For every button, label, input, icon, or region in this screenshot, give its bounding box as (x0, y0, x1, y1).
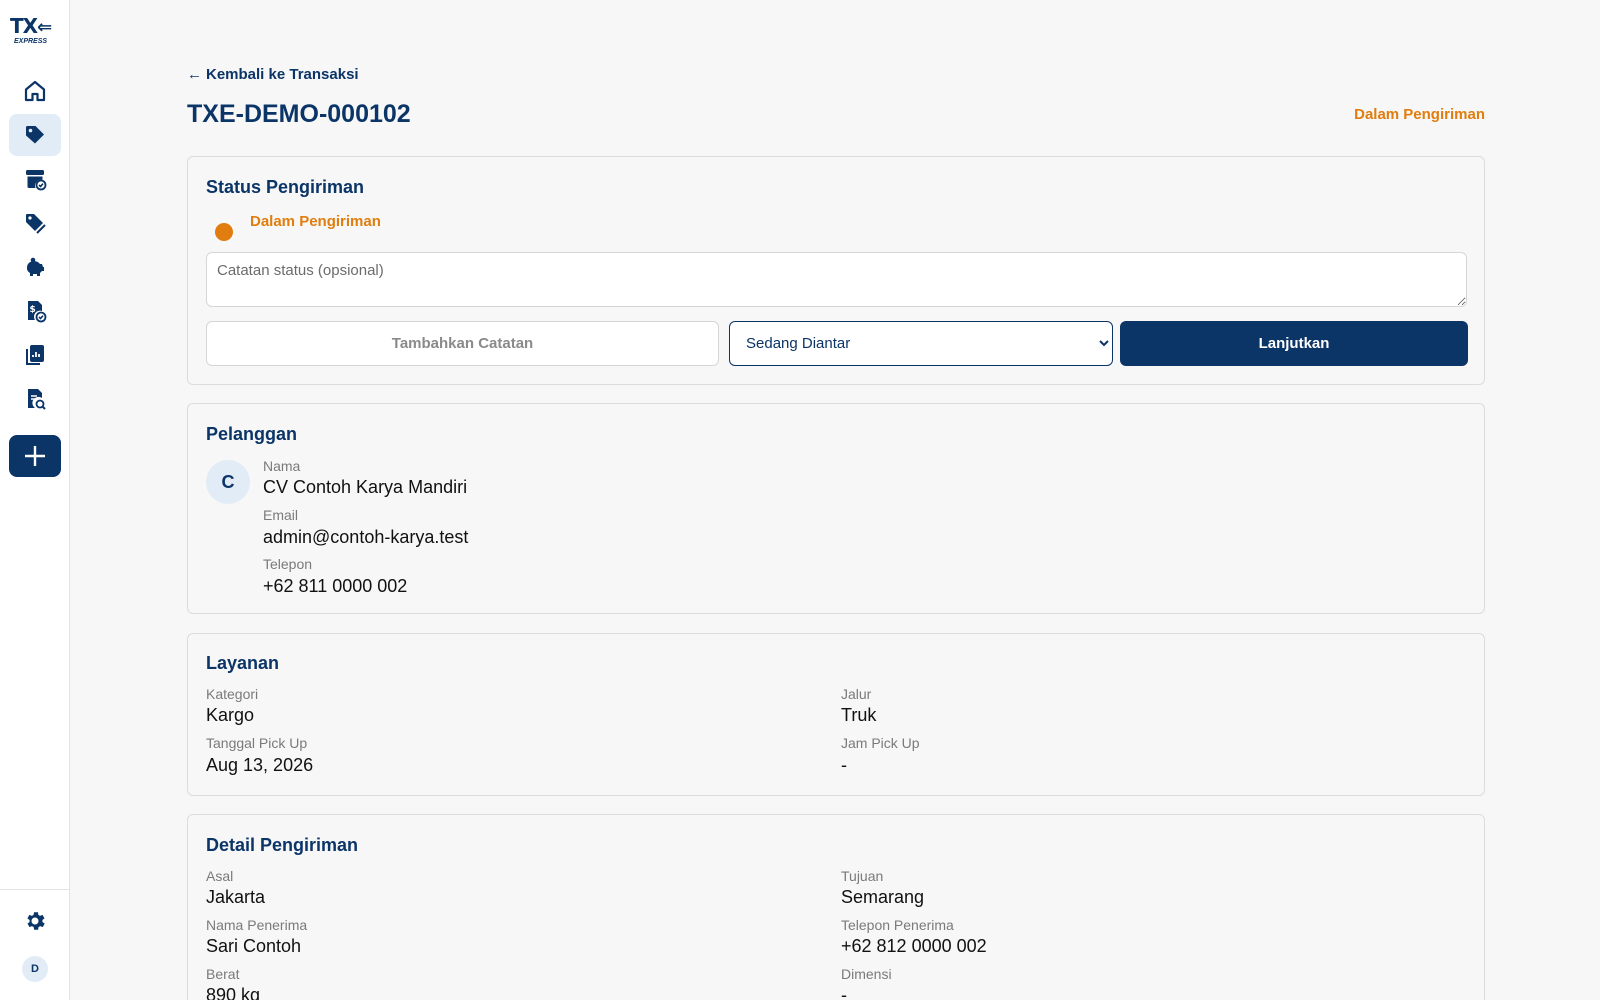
customer-card-title: Pelanggan (206, 424, 298, 444)
current-status-label: Dalam Pengiriman (250, 213, 381, 230)
pickup-date-label: Tanggal Pick Up (206, 735, 308, 751)
back-link-label: Kembali ke Transaksi (206, 66, 359, 83)
recipient-phone-value: +62 812 0000 002 (841, 936, 987, 956)
continue-button[interactable]: Lanjutkan (1120, 321, 1468, 366)
add-transaction-button[interactable] (9, 435, 61, 477)
customer-phone: +62 811 0000 002 (263, 576, 408, 596)
back-link[interactable]: ← Kembali ke Transaksi (187, 66, 359, 83)
service-card: Layanan Kategori Kargo Jalur Truk Tangga… (187, 633, 1485, 796)
origin-label: Asal (206, 868, 234, 884)
recipient-phone-label: Telepon Penerima (841, 917, 954, 933)
weight-value: 890 kg (206, 985, 261, 1000)
user-avatar[interactable]: D (22, 956, 48, 982)
piggy-bank-icon (26, 257, 44, 276)
settings-button[interactable] (9, 900, 61, 942)
logo-mark: TX⇐ (10, 14, 52, 38)
shipment-detail-card: Detail Pengiriman Asal Jakarta Tujuan Se… (187, 814, 1485, 1000)
pickup-date-value: Aug 13, 2026 (206, 755, 314, 775)
shipment-card-title: Detail Pengiriman (206, 835, 359, 855)
gear-icon (27, 912, 45, 930)
tag-icon (26, 126, 44, 144)
sidebar-item-billing[interactable]: $ (9, 290, 61, 332)
archive-check-icon (26, 170, 47, 191)
discount-tag-icon (26, 214, 46, 234)
category-value: Kargo (206, 705, 255, 725)
customer-card: Pelanggan C Nama CV Contoh Karya Mandiri… (187, 403, 1485, 614)
report-chart-icon (26, 345, 44, 365)
home-icon (24, 80, 46, 102)
weight-label: Berat (206, 966, 240, 982)
destination-value: Semarang (841, 887, 925, 907)
status-badge: Dalam Pengiriman (1354, 106, 1485, 123)
sidebar-item-archive[interactable] (9, 158, 61, 200)
status-card-title: Status Pengiriman (206, 177, 365, 197)
customer-name: CV Contoh Karya Mandiri (263, 477, 468, 497)
sidebar-item-transactions[interactable] (9, 114, 61, 156)
customer-phone-label: Telepon (263, 556, 313, 572)
recipient-label: Nama Penerima (206, 917, 308, 933)
sidebar-item-discount[interactable] (9, 202, 61, 244)
pickup-time-value: - (841, 755, 847, 775)
sidebar: TX⇐ EXPRESS $ D (0, 0, 70, 1000)
sidebar-divider (0, 889, 70, 890)
recipient-value: Sari Contoh (206, 936, 302, 956)
service-card-title: Layanan (206, 653, 280, 673)
sidebar-item-home[interactable] (9, 70, 61, 112)
dimension-value: - (841, 985, 847, 1000)
brand-logo[interactable]: TX⇐ EXPRESS (10, 16, 60, 46)
customer-email: admin@contoh-karya.test (263, 527, 469, 547)
document-search-icon (28, 389, 46, 410)
sidebar-item-audit[interactable] (9, 378, 61, 420)
plus-icon (25, 446, 45, 466)
sidebar-item-savings[interactable] (9, 246, 61, 288)
customer-name-label: Nama (263, 458, 301, 474)
route-label: Jalur (841, 686, 872, 702)
logo-subtext: EXPRESS (14, 38, 48, 45)
arrow-left-icon: ← (187, 66, 202, 83)
route-value: Truk (841, 705, 877, 725)
add-note-button[interactable]: Tambahkan Catatan (206, 321, 719, 366)
invoice-check-icon: $ (28, 301, 47, 323)
status-card: Status Pengiriman Dalam Pengiriman Tamba… (187, 156, 1485, 385)
status-indicator-dot (215, 223, 233, 241)
origin-value: Jakarta (206, 887, 266, 907)
next-status-select[interactable]: Sedang Diantar (729, 321, 1113, 366)
pickup-time-label: Jam Pick Up (841, 735, 920, 751)
customer-email-label: Email (263, 507, 299, 523)
customer-avatar: C (206, 460, 250, 504)
page-title: TXE-DEMO-000102 (187, 100, 411, 128)
category-label: Kategori (206, 686, 259, 702)
dimension-label: Dimensi (841, 966, 892, 982)
destination-label: Tujuan (841, 868, 884, 884)
svg-text:$: $ (30, 305, 36, 315)
sidebar-item-reports[interactable] (9, 334, 61, 376)
status-note-input[interactable] (206, 252, 1467, 307)
